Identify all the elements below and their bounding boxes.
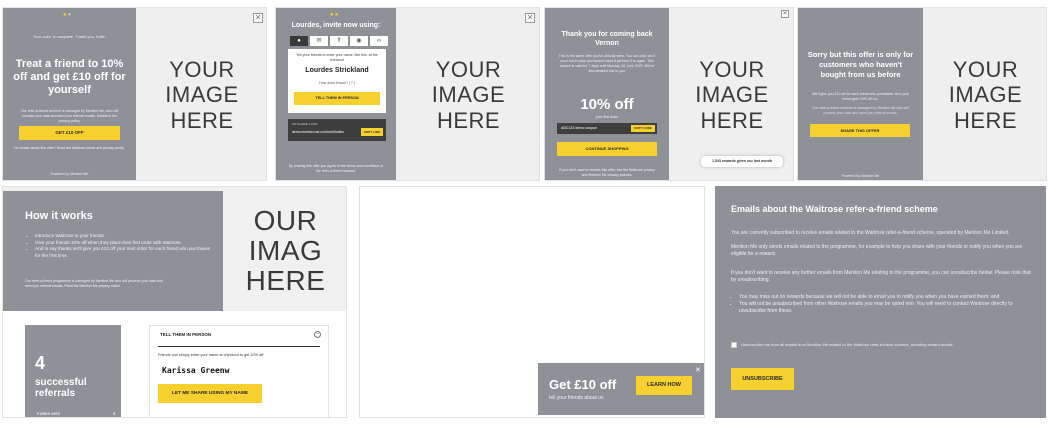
offer-subtext: your first order — [595, 115, 619, 119]
unsub-para-2: Mention Me only sends emails related to … — [731, 244, 1023, 257]
share-card: TELL THEM IN PERSON – Friends can simply… — [149, 325, 329, 417]
continue-shopping-button[interactable]: CONTINUE SHOPPING — [557, 142, 657, 156]
checkbox-label[interactable]: Unsubscribe me from all emails from Ment… — [741, 341, 1021, 348]
speech-icon[interactable]: ● — [290, 36, 308, 46]
offer-sidebar: ●● Your order is complete. Thank you, Ky… — [3, 8, 136, 180]
unsub-para-3: If you don't want to receive any further… — [731, 270, 1031, 283]
referrals-count: 4 — [35, 353, 46, 373]
unsub-bullets: You may miss out on rewards because we w… — [739, 294, 1031, 315]
image-placeholder: YOUR IMAGE HERE — [923, 8, 1046, 180]
tell-in-person-button[interactable]: TELL THEM IN PERSON — [294, 92, 380, 105]
get-offer-banner: Get £10 off tell your friends about us L… — [538, 363, 704, 415]
unsub-bullet: You may miss out on rewards because we w… — [739, 294, 1031, 301]
offer-headline: Treat a friend to 10% off and get £10 of… — [13, 58, 126, 96]
powered-by: Powered by Mention Me — [841, 174, 880, 178]
how-it-works-box: How it works Introduce Waitrose to your … — [3, 191, 223, 311]
close-icon[interactable]: ✕ — [525, 13, 535, 23]
copy-link-button[interactable]: COPY LINK — [361, 128, 383, 136]
image-placeholder: YOUR IMAGE HERE — [136, 8, 266, 180]
return-footnote: If you don't want to receive this offer,… — [559, 168, 655, 177]
offer-amount: 10% off — [580, 96, 634, 113]
customer-name: Lourdes Strickland — [305, 67, 369, 74]
copy-code-button[interactable]: COPY CODE — [631, 125, 655, 132]
order-complete-text: Your order is complete. Thank you, Kylie… — [33, 34, 106, 39]
image-placeholder-clip: OUR IMAG HERE — [223, 191, 346, 311]
image-placeholder: YOUR IMAGE HERE — [396, 8, 539, 180]
sorry-sidebar: Sorry but this offer is only for custome… — [798, 8, 923, 180]
unsubscribe-checkbox[interactable] — [731, 342, 737, 348]
rewards-badge: 1,543 rewards given our last month — [701, 156, 783, 167]
coupon-box: ABC123 demo coupon COPY CODE — [557, 123, 657, 134]
panel-how-it-works: How it works Introduce Waitrose to your … — [2, 186, 347, 418]
name-card: Tell your friends to enter your name, li… — [288, 49, 386, 113]
brand-dots: ●● — [330, 12, 340, 18]
how-title: How it works — [25, 210, 93, 222]
brand-dots: ●● — [63, 12, 73, 18]
referrals-card: 4 successful referrals Invites sent 6 — [25, 325, 121, 417]
return-title: Thank you for coming back Vernon — [561, 31, 653, 47]
unsubscribe-title: Emails about the Waitrose refer-a-friend… — [731, 204, 938, 214]
share-link-box: OR SHARE A LINK demo.mention-me.com/m/ol… — [288, 119, 386, 141]
panel-blank-with-banner: Get £10 off tell your friends about us L… — [359, 186, 705, 418]
unsub-bullet: You will not be unsubscribed from other … — [739, 301, 1031, 315]
coupon-code: ABC123 demo coupon — [561, 126, 598, 130]
panel-new-customers-only: Sorry but this offer is only for custome… — [797, 7, 1047, 181]
how-bullet: And to say thanks we'll give you £10 off… — [35, 246, 215, 259]
powered-by: Powered by Mention Me — [50, 172, 89, 176]
panel-unsubscribe: Emails about the Waitrose refer-a-friend… — [715, 186, 1046, 418]
share-icons: ● ✉ f ◉ ∞ — [290, 36, 388, 46]
share-link-label: OR SHARE A LINK — [292, 122, 318, 126]
email-icon[interactable]: ✉ — [310, 36, 328, 46]
panel-return-offer: Thank you for coming back Vernon This is… — [544, 7, 794, 181]
get-offer-button[interactable]: GET £10 OFF — [19, 126, 120, 140]
dashboard-area: 4 successful referrals Invites sent 6 TE… — [3, 311, 346, 417]
invite-sidebar: ●● Lourdes, invite now using: ● ✉ f ◉ ∞ … — [276, 8, 396, 180]
panel-invite: ●● Lourdes, invite now using: ● ✉ f ◉ ∞ … — [275, 7, 540, 181]
share-footnote: By sharing this offer you agree to the t… — [288, 164, 384, 173]
share-offer-button[interactable]: SHARE THIS OFFER — [810, 124, 910, 137]
return-sidebar: Thank you for coming back Vernon This is… — [545, 8, 669, 180]
return-body: This is the same offer you've already se… — [558, 54, 656, 73]
name-display: Karissa Greenw — [162, 366, 230, 375]
tab-description: Friends can simply enter your name at ch… — [158, 353, 264, 357]
link-icon[interactable]: ∞ — [370, 36, 388, 46]
privacy-text: Our refer-a-friend scheme is managed by … — [20, 109, 119, 123]
collapse-icon[interactable]: – — [314, 331, 321, 338]
panel-order-complete: ●● Your order is complete. Thank you, Ky… — [2, 7, 267, 181]
share-name-button[interactable]: LET ME SHARE USING MY NAME — [158, 384, 262, 403]
unsubscribe-button[interactable]: UNSUBSCRIBE — [731, 368, 794, 390]
share-link-url[interactable]: demo.mention-me.com/m/ol/lo/abc — [292, 130, 358, 134]
terms-footnote[interactable]: No emails about this offer? Read the Wai… — [13, 146, 126, 151]
close-icon[interactable]: ✕ — [253, 13, 263, 23]
facebook-icon[interactable]: f — [330, 36, 348, 46]
tab-title[interactable]: TELL THEM IN PERSON — [160, 332, 211, 337]
learn-how-button[interactable]: LEARN HOW — [636, 376, 692, 395]
invite-title: Lourdes, invite now using: — [291, 22, 381, 29]
close-icon[interactable]: ✕ — [695, 366, 701, 374]
rewards-text: 1,543 rewards given our last month — [711, 159, 773, 163]
instruction-text: Tell your friends to enter your name, li… — [296, 53, 378, 62]
placeholder-text: OUR IMAG HERE — [245, 205, 326, 296]
unsub-para-1: You are currently subscribed to receive … — [731, 230, 1010, 236]
how-bullets: Introduce Waitrose to your friends. Give… — [35, 233, 215, 259]
sorry-body: We'll give you £10 off for each friend w… — [812, 92, 909, 101]
close-icon[interactable]: ✕ — [781, 10, 789, 18]
banner-headline: Get £10 off — [549, 377, 617, 392]
how-small: Our refer-a-friend programme is managed … — [25, 279, 163, 288]
sorry-title: Sorry but this offer is only for custome… — [807, 50, 914, 79]
sorry-small: Our refer-a-friend scheme is managed by … — [812, 106, 909, 115]
tab-divider — [158, 346, 320, 347]
messenger-icon[interactable]: ◉ — [350, 36, 368, 46]
banner-sub: tell your friends about us — [549, 395, 604, 401]
invites-label: Invites sent — [37, 411, 60, 416]
referrals-label: successful referrals — [35, 377, 87, 399]
invites-value: 6 — [113, 411, 116, 416]
how-it-works-link[interactable]: How does it work? [ ? ] — [290, 81, 384, 85]
